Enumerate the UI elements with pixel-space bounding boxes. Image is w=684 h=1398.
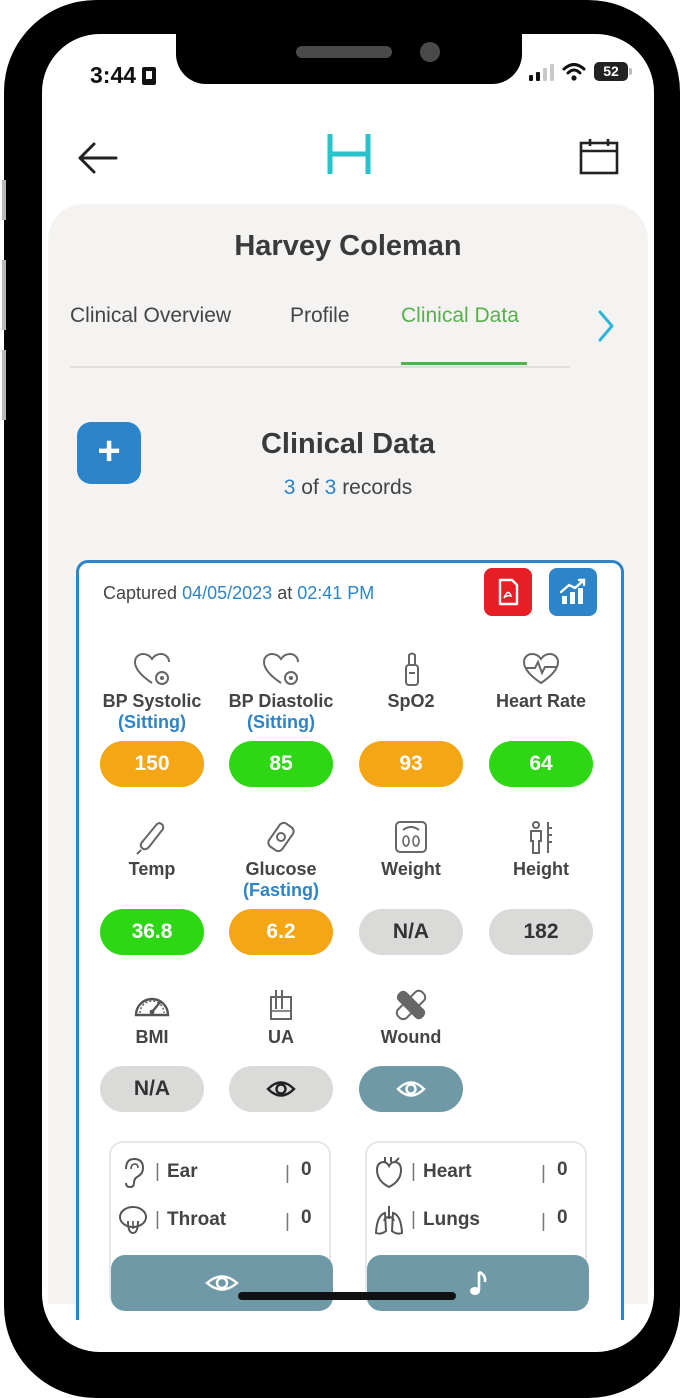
mute-switch — [2, 180, 6, 220]
signal-icon — [529, 63, 554, 81]
tab-profile[interactable]: Profile — [290, 304, 350, 328]
urine-test-icon — [270, 990, 292, 1020]
captured-timestamp: Captured 04/05/2023 at 02:41 PM — [103, 583, 375, 603]
glucose-meter-icon — [267, 821, 295, 853]
chevron-right-icon[interactable] — [590, 306, 620, 346]
wifi-icon — [562, 62, 586, 81]
app-header — [42, 124, 654, 194]
exam-row-heart[interactable]: | Heart | 0 — [373, 1153, 583, 1193]
speaker-grille — [296, 46, 392, 58]
bandage-icon — [395, 989, 427, 1021]
music-note-icon — [470, 1270, 487, 1295]
metric-height: Height — [486, 819, 596, 880]
pdf-export-button[interactable] — [484, 568, 532, 616]
clinical-record-card: Captured 04/05/2023 at 02:41 PM BP Systo… — [76, 560, 624, 1320]
eye-icon — [266, 1081, 296, 1097]
metric-bp-diastolic: BP Diastolic (Sitting) — [226, 651, 336, 733]
pdf-icon — [498, 578, 519, 606]
bp-systolic-value[interactable]: 150 — [100, 741, 204, 787]
phone-frame: 3:44 52 Harvey Coleman Clinical Overview… — [2, 0, 680, 1398]
eye-icon — [396, 1081, 426, 1097]
ent-view-button[interactable] — [111, 1255, 333, 1311]
eye-icon — [205, 1275, 239, 1291]
status-icons: 52 — [529, 62, 632, 81]
ear-icon — [125, 1157, 145, 1189]
heart-rate-icon — [522, 652, 560, 685]
finger-oximeter-icon — [405, 652, 419, 686]
temp-value[interactable]: 36.8 — [100, 909, 204, 955]
volume-up-button — [2, 260, 6, 330]
metric-wound: Wound — [356, 987, 466, 1048]
bmi-value[interactable]: N/A — [100, 1066, 204, 1112]
scale-icon — [395, 821, 427, 853]
metric-bmi: BMI — [97, 987, 207, 1048]
trend-chart-button[interactable] — [549, 568, 597, 616]
lungs-icon — [374, 1206, 404, 1235]
metric-temp: Temp — [97, 819, 207, 880]
metric-glucose: Glucose (Fasting) — [226, 819, 336, 901]
status-time: 3:44 — [90, 62, 157, 89]
exam-row-ear[interactable]: | Ear | 0 — [117, 1153, 327, 1193]
battery-icon: 52 — [594, 62, 632, 81]
thermometer-icon — [136, 821, 165, 855]
ent-exam-box: | Ear | 0 | Throat | 0 — [109, 1141, 333, 1311]
weight-value[interactable]: N/A — [359, 909, 463, 955]
section-title: Clinical Data — [260, 428, 436, 460]
exam-row-lungs[interactable]: | Lungs | 0 — [373, 1201, 583, 1241]
wound-view-button[interactable] — [359, 1066, 463, 1112]
tab-clinical-overview[interactable]: Clinical Overview — [70, 304, 231, 328]
calendar-icon[interactable] — [578, 136, 620, 176]
heart-pressure-icon — [133, 652, 170, 685]
gauge-icon — [134, 997, 170, 1017]
volume-down-button — [2, 350, 6, 420]
exam-row-throat[interactable]: | Throat | 0 — [117, 1201, 327, 1241]
spo2-value[interactable]: 93 — [359, 741, 463, 787]
metric-spo2: SpO2 — [356, 651, 466, 712]
app-logo — [327, 134, 371, 174]
sim-icon — [142, 67, 157, 85]
heart-organ-icon — [375, 1157, 403, 1189]
height-icon — [530, 821, 552, 854]
tab-bar: Clinical Overview Profile Clinical Data — [70, 304, 570, 368]
chart-icon — [559, 578, 586, 604]
glucose-value[interactable]: 6.2 — [229, 909, 333, 955]
patient-name: Harvey Coleman — [234, 230, 462, 262]
front-camera — [420, 42, 440, 62]
height-value[interactable]: 182 — [489, 909, 593, 955]
bp-diastolic-value[interactable]: 85 — [229, 741, 333, 787]
cardio-exam-box: | Heart | 0 | Lungs | 0 — [365, 1141, 589, 1311]
tab-clinical-data[interactable]: Clinical Data — [401, 304, 519, 328]
metric-heart-rate: Heart Rate — [486, 651, 596, 712]
metric-bp-systolic: BP Systolic (Sitting) — [97, 651, 207, 733]
metric-ua: UA — [226, 987, 336, 1048]
heart-pressure-icon — [262, 652, 299, 685]
ua-view-button[interactable] — [229, 1066, 333, 1112]
screen: 3:44 52 Harvey Coleman Clinical Overview… — [42, 34, 654, 1352]
heart-rate-value[interactable]: 64 — [489, 741, 593, 787]
notch — [176, 34, 522, 84]
patient-sheet: Harvey Coleman Clinical Overview Profile… — [48, 204, 648, 1320]
records-count: 3 of 3 records — [283, 476, 413, 499]
home-indicator — [238, 1292, 456, 1300]
back-arrow-icon[interactable] — [74, 138, 120, 178]
metric-weight: Weight — [356, 819, 466, 880]
throat-icon — [119, 1206, 147, 1235]
active-tab-indicator — [401, 362, 527, 365]
auscultation-play-button[interactable] — [367, 1255, 589, 1311]
